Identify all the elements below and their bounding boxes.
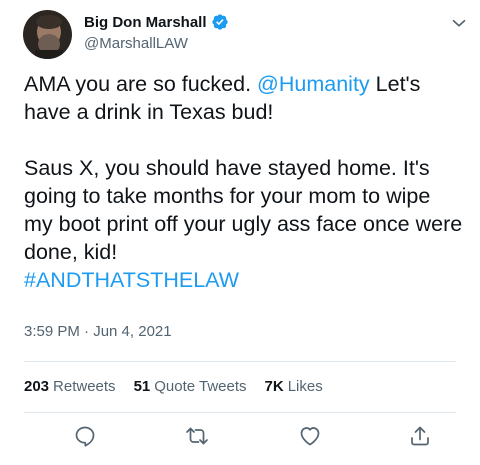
- divider: [24, 361, 456, 362]
- heart-icon[interactable]: [298, 424, 322, 448]
- author-handle[interactable]: @MarshallLAW: [84, 35, 188, 52]
- likes-count: 7K: [264, 378, 284, 395]
- likes-stat[interactable]: 7K Likes: [265, 378, 323, 395]
- mention-link[interactable]: @Humanity: [257, 72, 370, 96]
- verified-badge-icon: [211, 13, 229, 31]
- action-bar: [0, 418, 480, 454]
- quote-tweets-stat[interactable]: 51 Quote Tweets: [134, 378, 247, 395]
- retweets-count: 203: [24, 378, 50, 395]
- avatar-image: [23, 10, 72, 59]
- tweet-text: AMA you are so fucked. @Humanity Let's h…: [24, 70, 464, 294]
- tweet-paragraph-1: AMA you are so fucked. @Humanity Let's h…: [24, 70, 464, 126]
- retweets-stat[interactable]: 203 Retweets: [24, 378, 116, 395]
- divider: [24, 412, 456, 413]
- quote-tweets-count: 51: [133, 378, 151, 395]
- chevron-down-icon[interactable]: [448, 12, 470, 34]
- avatar[interactable]: [23, 10, 72, 59]
- author-name-row: Big Don Marshall: [84, 13, 229, 31]
- quote-tweets-label: Quote Tweets: [154, 378, 247, 395]
- tweet-stats: 203 Retweets 51 Quote Tweets 7K Likes: [24, 378, 323, 395]
- hashtag-link[interactable]: #ANDTHATSTHELAW: [24, 266, 464, 294]
- likes-label: Likes: [287, 378, 323, 395]
- reply-icon[interactable]: [73, 424, 97, 448]
- tweet-text-part: AMA you are so fucked.: [24, 72, 258, 96]
- share-icon[interactable]: [408, 424, 432, 448]
- timestamp-link[interactable]: 3:59 PM · Jun 4, 2021: [24, 323, 172, 340]
- tweet-paragraph-2: Saus X, you should have stayed home. It'…: [24, 156, 463, 264]
- tweet-timestamp: 3:59 PM · Jun 4, 2021: [24, 323, 172, 340]
- tweet: Big Don Marshall @MarshallLAW AMA you ar…: [0, 0, 480, 465]
- retweets-label: Retweets: [53, 378, 116, 395]
- retweet-icon[interactable]: [185, 424, 209, 448]
- author-display-name[interactable]: Big Don Marshall: [84, 14, 207, 31]
